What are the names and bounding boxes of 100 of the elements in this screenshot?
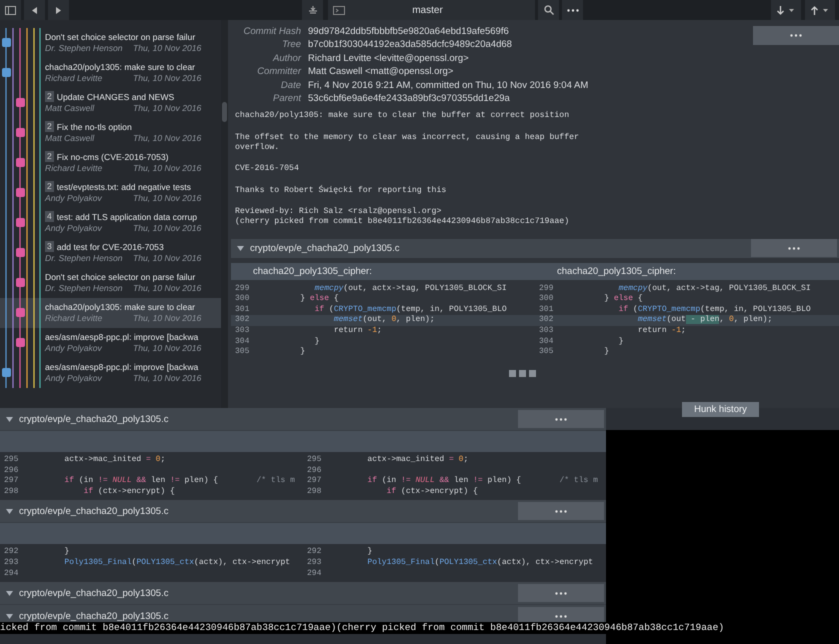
more-icon bbox=[566, 8, 578, 12]
more-icon bbox=[790, 34, 802, 37]
commit-row[interactable]: 2 Update CHANGES and NEWS Matt Caswell Thu, 10 Nov 2016 bbox=[0, 88, 221, 118]
line-number: 301 bbox=[538, 304, 554, 316]
line-number: 299 bbox=[538, 284, 554, 294]
commit-message-paragraph: The offset to the memory to clear was incorrect, causing a heap buffer overflow. bbox=[235, 132, 580, 154]
commit-row[interactable]: 4 test: add TLS application data corrup Andy Polyakov Thu, 10 Nov 2016 bbox=[0, 208, 221, 238]
line-number: 293 bbox=[306, 558, 322, 569]
line-number: 295 bbox=[3, 455, 20, 466]
terminal-icon bbox=[333, 6, 345, 14]
commit-row[interactable]: aes/asm/aesp8-ppc.pl: improve [backwa Andy Polyakov Thu, 10 Nov 2016 bbox=[0, 328, 221, 358]
line-number: 296 bbox=[306, 466, 322, 476]
forward-icon bbox=[56, 6, 61, 14]
field-label: Parent bbox=[272, 92, 301, 106]
field-value: Fri, 4 Nov 2016 9:21 AM, committed on Thu, 10 Nov 2016 9:04 AM bbox=[308, 78, 588, 92]
commit-title: test/evptests.txt: add negative tests bbox=[56, 182, 191, 192]
field-value: b7c0b1f303044192ea3da585dcfc9489c20a4d68 bbox=[308, 38, 513, 52]
code-line: memcpy(out, actx->tag, POLY1305_BLOCK_SI bbox=[314, 284, 507, 294]
commit-title: Fix no-cms (CVE-2016-7053) bbox=[56, 152, 168, 162]
code-line: Poly1305_Final(POLY1305_ctx(actx), ctx->encrypt bbox=[366, 558, 594, 569]
field-label: Tree bbox=[281, 38, 301, 52]
commit-author: Andy Polyakov bbox=[45, 193, 103, 205]
code-line: } else { bbox=[603, 294, 643, 305]
commit-row[interactable]: chacha20/poly1305: make sure to clear Richard Levitte Thu, 10 Nov 2016 bbox=[0, 298, 221, 328]
collapse-caret-icon[interactable] bbox=[6, 614, 13, 619]
back-button[interactable] bbox=[24, 0, 45, 20]
function-name: chacha20_poly1305_cipher: bbox=[252, 266, 373, 277]
line-number: 305 bbox=[234, 347, 250, 358]
field-value: Matt Caswell <matt@openssl.org> bbox=[308, 65, 454, 79]
commit-row[interactable]: aes/asm/aesp8-ppc.pl: improve [backwa Andy Polyakov Thu, 10 Nov 2016 bbox=[0, 358, 221, 388]
sidebar-icon bbox=[5, 6, 16, 14]
collapse-caret-icon[interactable] bbox=[6, 416, 13, 422]
line-number: 292 bbox=[3, 547, 20, 558]
commit-author: Andy Polyakov bbox=[45, 373, 103, 385]
more-button[interactable] bbox=[562, 0, 583, 20]
branch-field[interactable]: master bbox=[328, 0, 535, 20]
commit-date: Thu, 10 Nov 2016 bbox=[133, 193, 202, 205]
function-name: chacha20_poly1305_cipher: bbox=[556, 266, 677, 277]
field-label: Commit Hash bbox=[242, 25, 301, 38]
commit-row[interactable]: 2 test/evptests.txt: add negative tests Andy Polyakov Thu, 10 Nov 2016 bbox=[0, 178, 221, 208]
commit-row[interactable]: Don't set choice selector on parse failur Dr. Stephen Henson Thu, 10 Nov 2016 bbox=[0, 28, 221, 58]
more-icon bbox=[788, 246, 800, 250]
line-number: 293 bbox=[3, 558, 20, 569]
down-arrow-icon bbox=[777, 6, 784, 14]
commit-date: Thu, 10 Nov 2016 bbox=[133, 73, 202, 85]
code-line: } bbox=[366, 547, 372, 558]
collapsed-lines-icon[interactable] bbox=[509, 370, 537, 377]
commit-row[interactable]: chacha20/poly1305: make sure to clear Richard Levitte Thu, 10 Nov 2016 bbox=[0, 58, 221, 88]
pull-button[interactable] bbox=[771, 0, 801, 20]
collapse-caret-icon[interactable] bbox=[237, 246, 244, 251]
commit-row[interactable]: 3 add test for CVE-2016-7053 Dr. Stephen Henson Thu, 10 Nov 2016 bbox=[0, 238, 221, 268]
line-number: 300 bbox=[538, 294, 554, 305]
code-line: } bbox=[63, 547, 70, 558]
sidebar-toggle-button[interactable] bbox=[0, 0, 21, 20]
code-line: } bbox=[314, 336, 320, 348]
commit-row[interactable]: Don't set choice selector on parse failur Dr. Stephen Henson Thu, 10 Nov 2016 bbox=[0, 268, 221, 298]
commit-date: Thu, 10 Nov 2016 bbox=[133, 43, 202, 55]
stash-button[interactable] bbox=[302, 0, 323, 20]
code-line: if (CRYPTO_memcmp(temp, in, POLY1305_BLO bbox=[314, 304, 507, 315]
count-badge: 2 bbox=[45, 151, 54, 162]
up-arrow-icon bbox=[811, 6, 818, 14]
code-line: Poly1305_Final(POLY1305_ctx(actx), ctx->encrypt bbox=[63, 558, 290, 569]
commit-row[interactable]: 2 Fix no-cms (CVE-2016-7053) Richard Levitte Thu, 10 Nov 2016 bbox=[0, 148, 221, 178]
code-line: memset(out - plen, 0, plen); bbox=[636, 315, 772, 326]
field-value: 99d97842ddb5fbbbfb5e9820a64ebd19afe569f6 bbox=[308, 25, 510, 38]
count-badge: 4 bbox=[45, 211, 54, 222]
push-button[interactable] bbox=[805, 0, 835, 20]
search-icon bbox=[544, 5, 554, 15]
file-path: crypto/evp/e_chacha20_poly1305.c bbox=[250, 242, 400, 254]
count-badge: 2 bbox=[45, 121, 54, 132]
line-number: 305 bbox=[538, 347, 554, 358]
more-icon bbox=[555, 510, 567, 513]
commit-row[interactable]: 2 Fix the no-tls option Matt Caswell Thu, 10 Nov 2016 bbox=[0, 118, 221, 148]
commit-message-paragraph: CVE-2016-7054 bbox=[235, 164, 300, 175]
code-line: if (CRYPTO_memcmp(temp, in, POLY1305_BLO bbox=[618, 304, 811, 315]
code-line: } else { bbox=[299, 294, 339, 305]
commit-message-paragraph: Thanks to Robert Święcki for reporting this bbox=[235, 186, 448, 196]
scrollbar-thumb[interactable] bbox=[222, 102, 227, 122]
field-value: Richard Levitte <levitte@openssl.org> bbox=[308, 52, 470, 66]
line-number: 299 bbox=[234, 284, 250, 294]
count-badge: 2 bbox=[45, 181, 54, 192]
forward-button[interactable] bbox=[48, 0, 69, 20]
file-path: crypto/evp/e_chacha20_poly1305.c bbox=[19, 414, 168, 424]
line-number: 300 bbox=[234, 294, 250, 305]
collapse-caret-icon[interactable] bbox=[6, 590, 13, 596]
line-number: 297 bbox=[3, 476, 20, 487]
commit-author: Matt Caswell bbox=[45, 103, 96, 115]
commit-title: Don't set choice selector on parse failur bbox=[45, 32, 196, 42]
line-number: 301 bbox=[234, 304, 250, 316]
code-line: if (in != NULL && len != plen) { /* tls m bbox=[366, 476, 598, 487]
commit-author: Andy Polyakov bbox=[45, 343, 103, 355]
code-line: if (ctx->encrypt) { bbox=[386, 486, 478, 498]
collapse-caret-icon[interactable] bbox=[6, 508, 13, 514]
search-button[interactable] bbox=[538, 0, 559, 20]
code-line: memcpy(out, actx->tag, POLY1305_BLOCK_SI bbox=[618, 284, 811, 294]
commit-date: Thu, 10 Nov 2016 bbox=[133, 253, 202, 265]
code-line: } bbox=[603, 347, 610, 358]
commit-title: aes/asm/aesp8-ppc.pl: improve [backwa bbox=[45, 362, 198, 372]
commit-author: Matt Caswell bbox=[45, 133, 96, 145]
commit-title: Update CHANGES and NEWS bbox=[56, 92, 174, 102]
